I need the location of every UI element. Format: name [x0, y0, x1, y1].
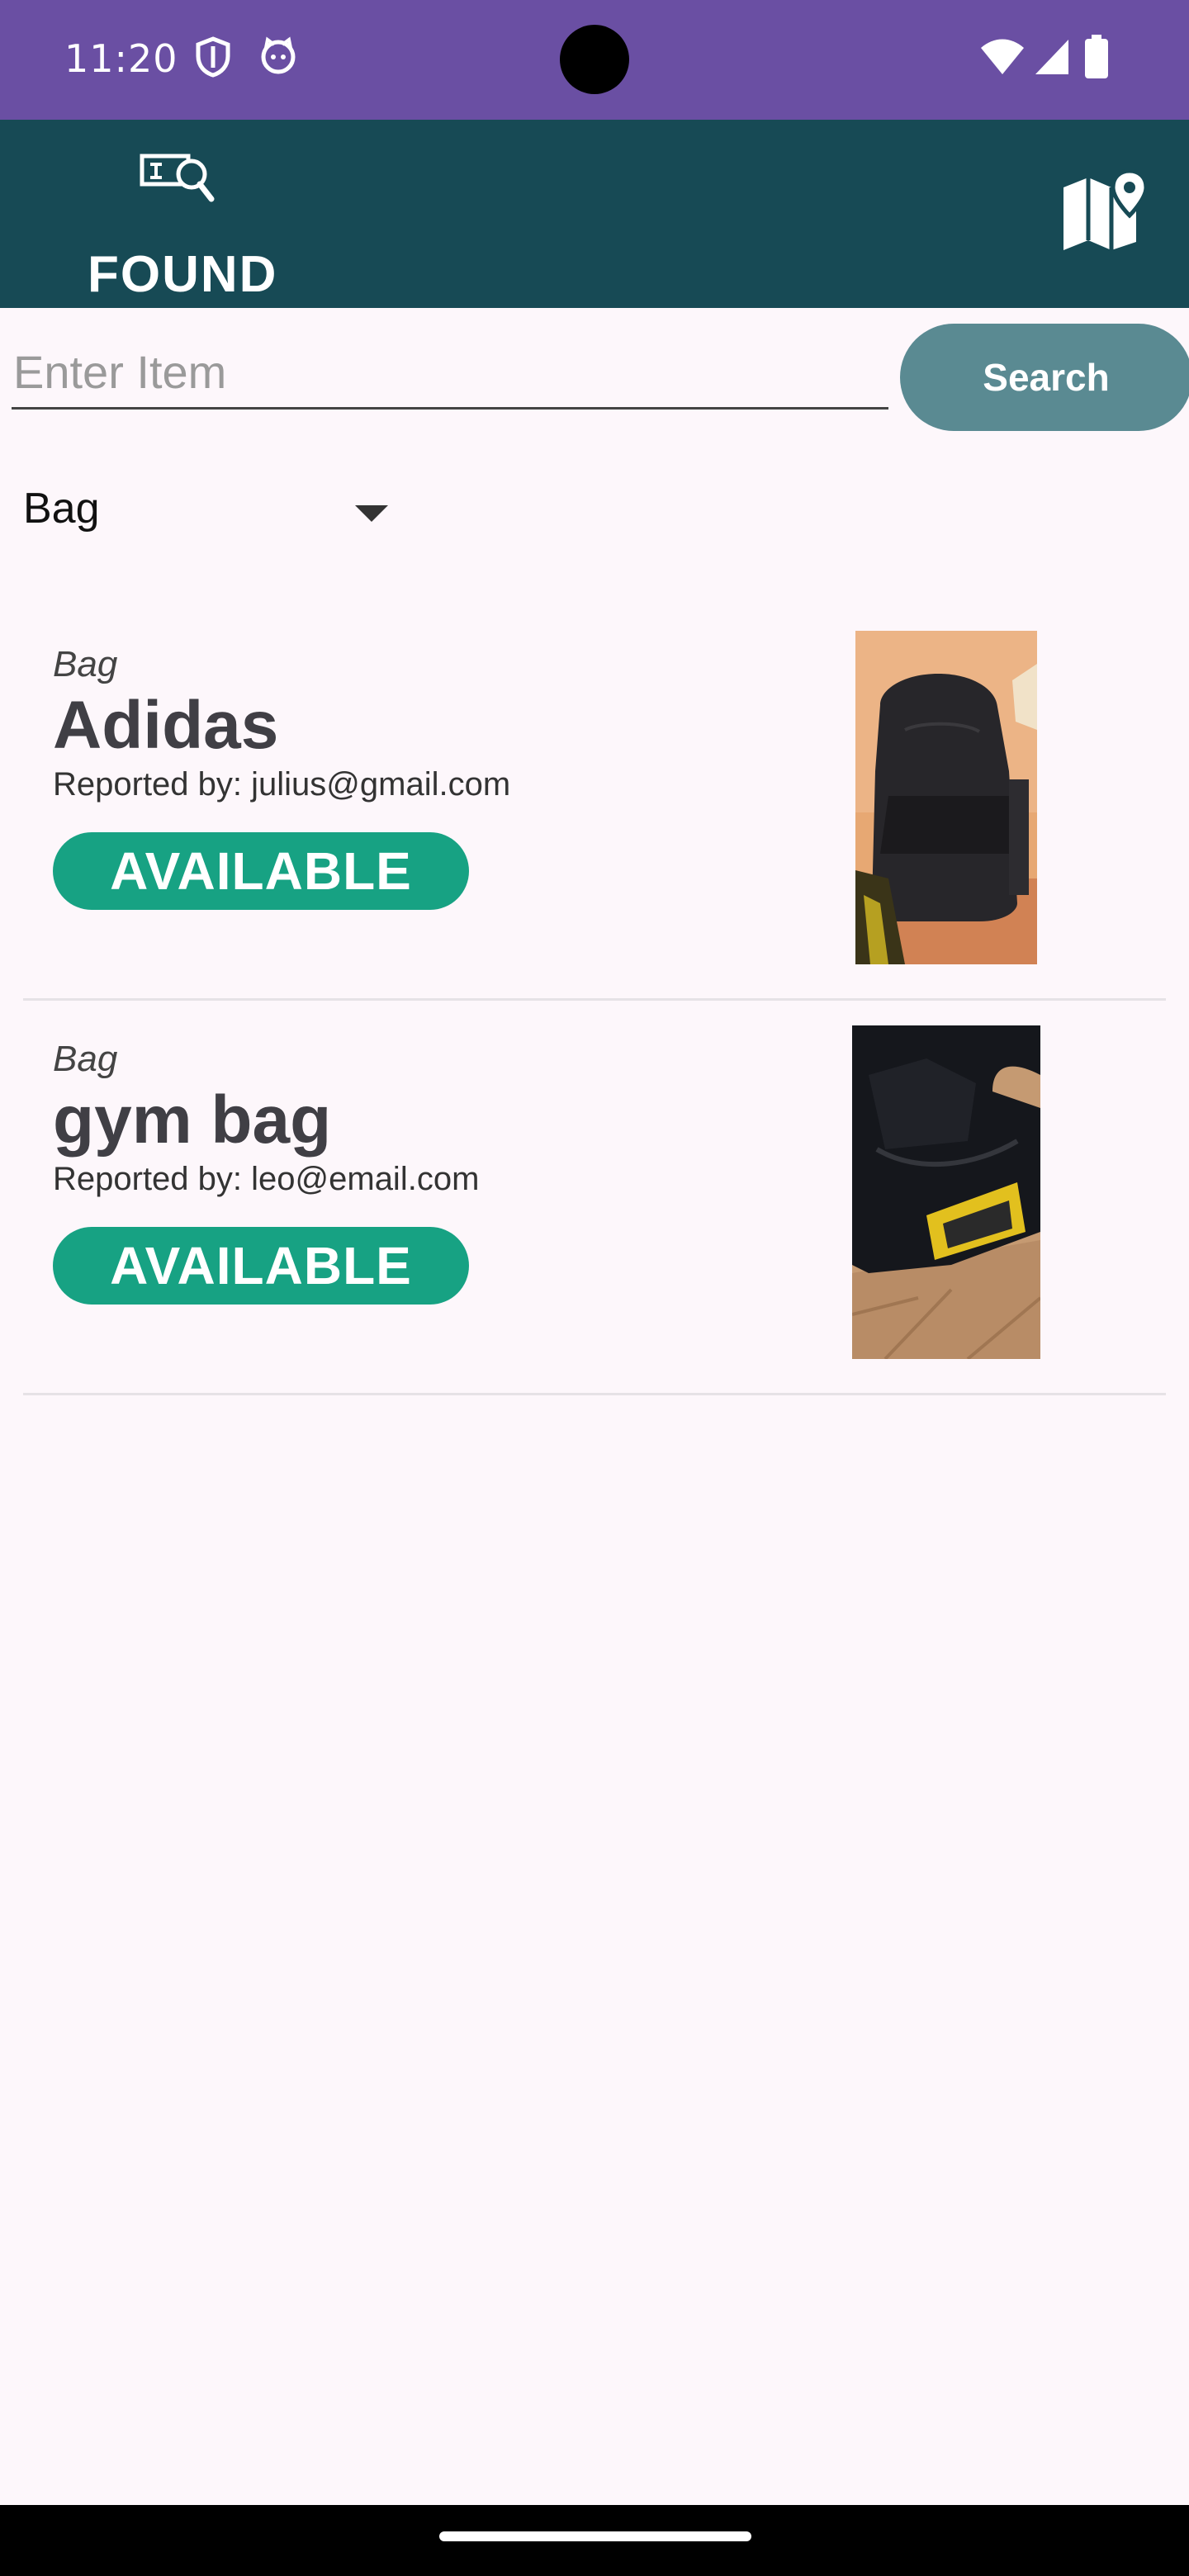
item-category: Bag — [53, 644, 118, 684]
item-category: Bag — [53, 1039, 118, 1079]
item-reporter: Reported by: leo@email.com — [53, 1161, 480, 1197]
list-item[interactable]: Bag gym bag Reported by: leo@email.com A… — [23, 1001, 1166, 1395]
item-photo — [855, 631, 1037, 964]
dropdown-arrow-icon — [355, 505, 388, 522]
dropdown-selected-value: Bag — [23, 485, 100, 533]
map-pin-icon — [1060, 168, 1151, 255]
cat-face-icon — [259, 36, 297, 78]
item-photo — [852, 1025, 1040, 1359]
battery-icon — [1085, 35, 1108, 83]
home-gesture-handle[interactable] — [439, 2531, 751, 2541]
item-title: gym bag — [53, 1082, 332, 1158]
search-button[interactable]: Search — [900, 324, 1189, 431]
status-badge: AVAILABLE — [53, 832, 469, 910]
status-badge: AVAILABLE — [53, 1227, 469, 1305]
map-button[interactable] — [1060, 168, 1151, 256]
status-bar: 11:20 — [0, 0, 1189, 120]
app-logo[interactable]: FOUND — [83, 153, 276, 303]
status-time: 11:20 — [64, 36, 178, 81]
signal-icon — [1034, 38, 1070, 80]
system-nav-bar — [0, 2505, 1189, 2576]
shield-icon — [195, 36, 231, 82]
search-input[interactable] — [12, 337, 888, 410]
list-item[interactable]: Bag Adidas Reported by: julius@gmail.com… — [23, 606, 1166, 1001]
wifi-icon — [979, 38, 1026, 80]
category-dropdown[interactable]: Bag — [23, 479, 395, 545]
item-reporter: Reported by: julius@gmail.com — [53, 766, 511, 803]
id-card-search-icon — [139, 153, 215, 210]
logo-text: FOUND — [88, 246, 278, 303]
front-camera — [560, 25, 629, 94]
app-bar: FOUND — [0, 120, 1189, 308]
item-title: Adidas — [53, 688, 279, 763]
